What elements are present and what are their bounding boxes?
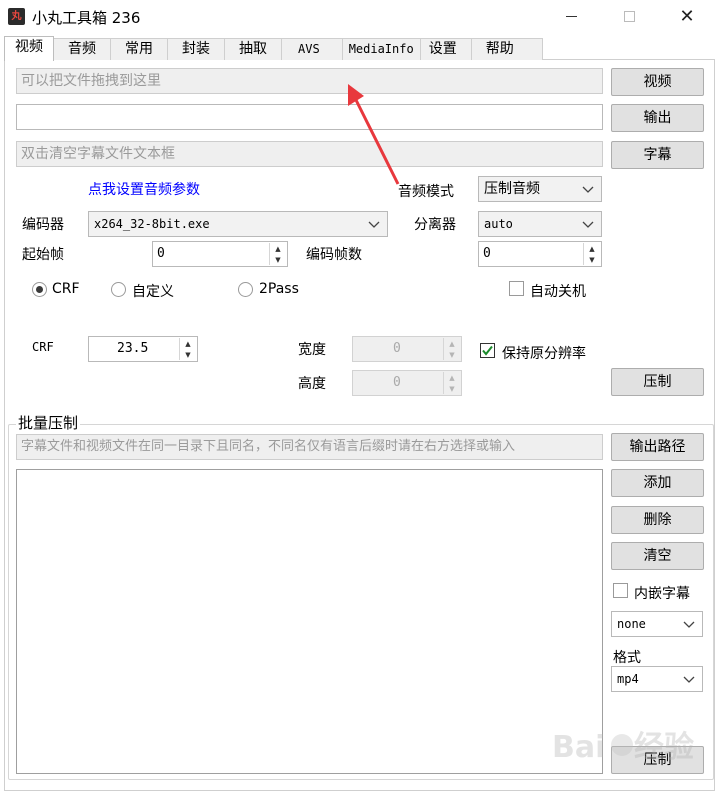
auto-shutdown-label: 自动关机 <box>530 284 586 300</box>
spin-down-icon[interactable]: ▼ <box>444 383 460 394</box>
tab-settings[interactable]: 设置 <box>419 38 472 60</box>
demuxer-value: auto <box>484 217 513 231</box>
encode-frames-label: 编码帧数 <box>306 247 362 263</box>
spin-down-icon[interactable]: ▼ <box>444 349 460 360</box>
audio-mode-value: 压制音频 <box>484 181 540 197</box>
radio-crf[interactable] <box>32 282 47 297</box>
window-title: 小丸工具箱 236 <box>32 9 141 27</box>
tab-bar: 视频 音频 常用 封装 抽取 AVS MediaInfo 设置 帮助 <box>4 36 543 61</box>
video-button[interactable]: 视频 <box>611 68 704 96</box>
radio-crf-label: CRF <box>52 281 80 297</box>
encode-frames-spinner[interactable]: 0 ▲ ▼ <box>478 241 602 267</box>
tab-extract[interactable]: 抽取 <box>224 38 282 60</box>
keep-resolution-checkbox[interactable] <box>480 343 495 358</box>
radio-custom-label: 自定义 <box>132 284 174 300</box>
tab-mediainfo[interactable]: MediaInfo <box>341 38 421 60</box>
tab-avs[interactable]: AVS <box>281 38 343 60</box>
encoder-label: 编码器 <box>22 217 64 233</box>
format-select[interactable]: mp4 <box>611 666 703 692</box>
audio-mode-select[interactable]: 压制音频 <box>478 176 602 202</box>
tab-video[interactable]: 视频 <box>4 36 54 61</box>
spin-up-icon[interactable]: ▲ <box>444 338 460 349</box>
spin-down-icon[interactable]: ▼ <box>584 254 600 265</box>
subtitle-lang-value: none <box>617 617 646 631</box>
batch-hint-field[interactable]: 字幕文件和视频文件在同一目录下且同名，不同名仅有语言后缀时请在右方选择或输入 <box>16 434 603 460</box>
delete-button[interactable]: 删除 <box>611 506 704 534</box>
encode-button[interactable]: 压制 <box>611 368 704 396</box>
crf-label: CRF <box>32 340 54 354</box>
chevron-down-icon <box>582 221 594 228</box>
radio-custom[interactable] <box>111 282 126 297</box>
output-field[interactable] <box>16 104 603 130</box>
embed-subtitle-label: 内嵌字幕 <box>634 586 690 602</box>
width-spinner[interactable]: 0 ▲ ▼ <box>352 336 462 362</box>
start-frame-spinner[interactable]: 0 ▲ ▼ <box>152 241 288 267</box>
width-value: 0 <box>393 341 401 356</box>
tab-common[interactable]: 常用 <box>110 38 168 60</box>
batch-group-title: 批量压制 <box>16 412 81 433</box>
add-button[interactable]: 添加 <box>611 469 704 497</box>
output-button[interactable]: 输出 <box>611 104 704 132</box>
maximize-icon <box>623 11 635 22</box>
radio-2pass[interactable] <box>238 282 253 297</box>
tab-mux[interactable]: 封装 <box>167 38 225 60</box>
height-label: 高度 <box>298 376 326 392</box>
subtitle-field[interactable]: 双击清空字幕文件文本框 <box>16 141 603 167</box>
svg-text:Bai: Bai <box>552 730 605 765</box>
auto-shutdown-checkbox[interactable] <box>509 281 524 296</box>
subtitle-button[interactable]: 字幕 <box>611 141 704 169</box>
tab-help[interactable]: 帮助 <box>470 38 543 60</box>
encode-frames-value: 0 <box>483 246 491 261</box>
spin-up-icon[interactable]: ▲ <box>584 243 600 254</box>
embed-subtitle-checkbox[interactable] <box>613 583 628 598</box>
close-button[interactable]: ✕ <box>664 0 710 33</box>
width-label: 宽度 <box>298 342 326 358</box>
format-value: mp4 <box>617 672 639 686</box>
format-label: 格式 <box>613 650 641 666</box>
chevron-down-icon <box>683 621 695 628</box>
app-icon: 丸 <box>8 8 25 25</box>
audio-settings-link[interactable]: 点我设置音频参数 <box>88 179 200 199</box>
spin-down-icon[interactable]: ▼ <box>180 349 196 360</box>
radio-2pass-label: 2Pass <box>259 281 299 297</box>
encoder-value: x264_32-8bit.exe <box>94 217 210 231</box>
annotation-arrow-icon <box>348 84 400 185</box>
close-icon: ✕ <box>679 5 695 27</box>
keep-resolution-label: 保持原分辨率 <box>502 346 586 362</box>
crf-value: 23.5 <box>117 341 149 356</box>
minimize-button[interactable] <box>548 0 594 33</box>
demuxer-label: 分离器 <box>414 217 456 233</box>
crf-spinner[interactable]: 23.5 ▲ ▼ <box>88 336 198 362</box>
svg-text:经验: 经验 <box>634 730 694 765</box>
demuxer-select[interactable]: auto <box>478 211 602 237</box>
subtitle-lang-select[interactable]: none <box>611 611 703 637</box>
height-value: 0 <box>393 375 401 390</box>
output-path-button[interactable]: 输出路径 <box>611 433 704 461</box>
spin-up-icon[interactable]: ▲ <box>444 372 460 383</box>
clear-button[interactable]: 清空 <box>611 542 704 570</box>
maximize-button[interactable] <box>606 0 652 33</box>
chevron-down-icon <box>582 186 594 193</box>
checkmark-icon <box>482 345 493 356</box>
spin-down-icon[interactable]: ▼ <box>270 254 286 265</box>
chevron-down-icon <box>683 676 695 683</box>
spin-up-icon[interactable]: ▲ <box>180 338 196 349</box>
encoder-select[interactable]: x264_32-8bit.exe <box>88 211 388 237</box>
batch-file-list[interactable] <box>16 469 603 774</box>
minimize-icon <box>565 16 577 17</box>
spin-up-icon[interactable]: ▲ <box>270 243 286 254</box>
tab-audio[interactable]: 音频 <box>53 38 111 60</box>
start-frame-label: 起始帧 <box>22 247 64 263</box>
watermark-logo-icon: Bai 经验 <box>552 730 694 765</box>
chevron-down-icon <box>368 221 380 228</box>
height-spinner[interactable]: 0 ▲ ▼ <box>352 370 462 396</box>
video-drop-field[interactable]: 可以把文件拖拽到这里 <box>16 68 603 94</box>
start-frame-value: 0 <box>157 246 165 261</box>
